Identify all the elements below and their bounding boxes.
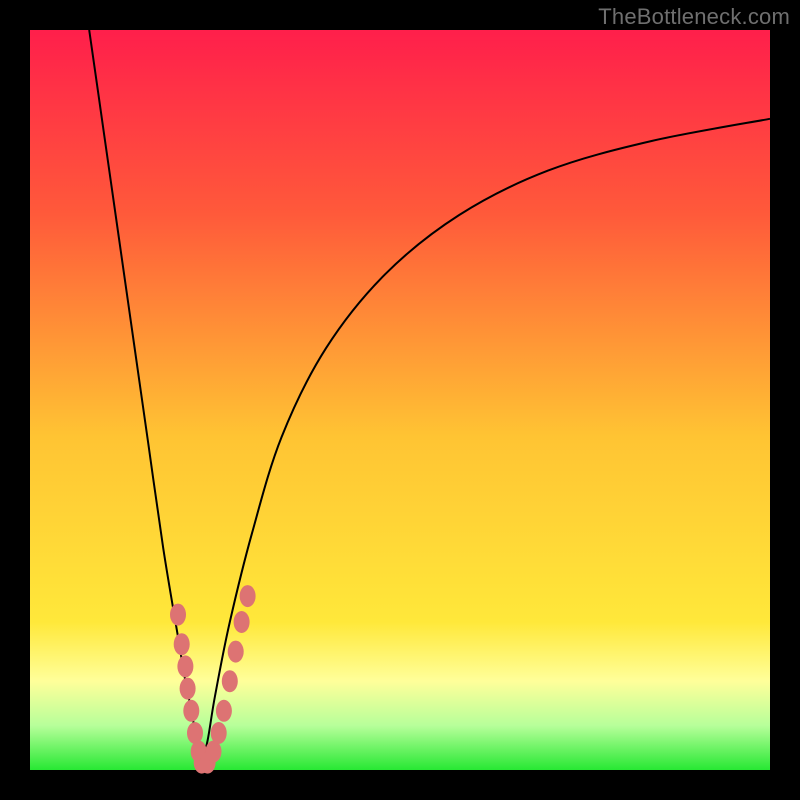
plot-area	[30, 30, 770, 770]
bead-marker	[211, 722, 227, 744]
chart-frame: TheBottleneck.com	[0, 0, 800, 800]
bead-marker	[174, 633, 190, 655]
bead-marker	[170, 604, 186, 626]
bead-marker	[183, 700, 199, 722]
curve-right-branch	[200, 119, 770, 770]
watermark-label: TheBottleneck.com	[598, 4, 790, 30]
curve-layer	[30, 30, 770, 770]
bead-marker	[187, 722, 203, 744]
bead-marker	[228, 641, 244, 663]
bead-marker	[177, 655, 193, 677]
bead-marker	[222, 670, 238, 692]
bead-marker	[216, 700, 232, 722]
bead-marker	[180, 678, 196, 700]
bead-marker	[234, 611, 250, 633]
bead-marker	[240, 585, 256, 607]
highlight-beads	[170, 585, 256, 774]
